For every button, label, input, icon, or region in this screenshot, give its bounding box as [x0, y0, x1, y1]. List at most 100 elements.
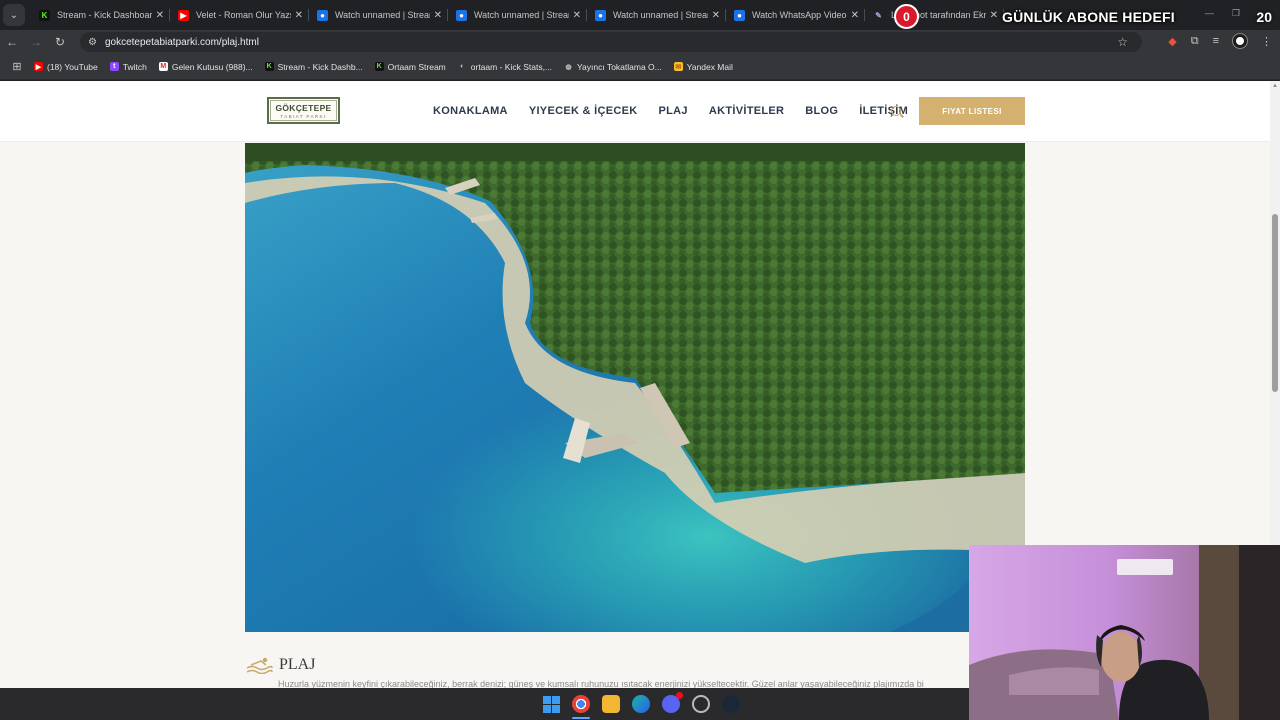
bookmark-item[interactable]: ▶ (18) YouTube — [34, 62, 98, 72]
bookmark-label: ortaam - Kick Stats,... — [470, 61, 553, 72]
steam-icon[interactable] — [722, 695, 740, 713]
nav-plaj[interactable]: PLAJ — [659, 105, 688, 117]
tab-title: Watch unnamed | Stream — [613, 10, 708, 20]
tab-title: Watch unnamed | Stream — [335, 10, 430, 20]
bookmark-label: Stream - Kick Dashb... — [277, 61, 363, 72]
browser-tab[interactable]: ● Watch unnamed | Stream ✕ — [587, 2, 726, 28]
stream-globe-icon: ● — [317, 9, 328, 21]
bookmark-item[interactable]: ✉ Yandex Mail — [673, 61, 733, 72]
reload-icon[interactable]: ↻ — [48, 35, 72, 49]
forward-arrow-icon[interactable]: → — [24, 35, 48, 49]
youtube-icon: ▶ — [178, 9, 189, 21]
webcam-feed — [969, 545, 1280, 720]
browser-tab[interactable]: K Stream - Kick Dashboard ✕ — [31, 2, 170, 28]
mail-icon: ✉ — [673, 62, 683, 71]
close-tab-icon[interactable]: ✕ — [851, 10, 859, 21]
browser-tab[interactable]: ▶ Velet - Roman Olur Yazsa ✕ — [170, 2, 309, 28]
taskbar-apps — [543, 692, 740, 719]
tab-title: Watch unnamed | Stream — [474, 10, 569, 20]
close-tab-icon[interactable]: ✕ — [712, 10, 720, 21]
plaj-section-heading: PLAJ — [245, 656, 315, 674]
nav-blog[interactable]: BLOG — [805, 105, 838, 117]
kick-icon: K — [39, 9, 50, 21]
sub-count-badge: 0 — [894, 4, 919, 29]
close-tab-icon[interactable]: ✕ — [295, 10, 303, 21]
settings-gear-icon[interactable] — [692, 695, 710, 713]
chrome-icon[interactable] — [572, 695, 590, 719]
back-arrow-icon[interactable]: ← — [0, 35, 24, 49]
site-header: GÖKÇETEPE TABIAT PARKI KONAKLAMA YIYECEK… — [0, 81, 1270, 142]
browser-toolbar: ← → ↻ ⚙ gokcetepetabiatparki.com/plaj.ht… — [0, 30, 1280, 54]
bookmark-label: Yandex Mail — [686, 61, 733, 72]
bookmark-item[interactable]: K Stream - Kick Dashb... — [264, 61, 363, 72]
stream-goal-overlay: 0 GÜNLÜK ABONE HEDEFI 20 — [894, 4, 1280, 30]
goal-target: 20 — [1256, 9, 1272, 25]
stream-globe-icon: ● — [595, 9, 606, 21]
extension-icon[interactable]: ◆ — [1168, 35, 1176, 48]
menu-kebab-icon[interactable]: ⋮ — [1261, 35, 1272, 48]
edge-icon[interactable] — [632, 695, 650, 713]
active-app-indicator — [572, 717, 590, 719]
main-nav: KONAKLAMA YIYECEK & İÇECEK PLAJ AKTİVİTE… — [433, 105, 908, 117]
youtube-icon: ▶ — [34, 62, 43, 71]
logo-subtitle: TABIAT PARKI — [280, 114, 327, 119]
twitch-icon: t — [109, 62, 119, 71]
section-description: Huzurla yüzmenin keyfini çıkarabileceğin… — [278, 679, 924, 688]
tab-title: Velet - Roman Olur Yazsa — [196, 10, 291, 20]
stream-globe-icon: ● — [456, 9, 467, 21]
close-tab-icon[interactable]: ✕ — [573, 10, 581, 21]
address-bar[interactable]: ⚙ gokcetepetabiatparki.com/plaj.html ☆ — [80, 32, 1142, 52]
kick-icon: K — [374, 62, 384, 71]
bookmark-item[interactable]: ◐ ortaam - Kick Stats,... — [458, 62, 552, 72]
browser-tab[interactable]: ● Watch unnamed | Stream ✕ — [448, 2, 587, 28]
bookmark-label: Gelen Kutusu (988)... — [171, 61, 253, 72]
bookmark-item[interactable]: M Gelen Kutusu (988)... — [158, 61, 253, 72]
apps-grid-icon[interactable]: ⊞ — [0, 60, 34, 73]
globe-icon: ◐ — [460, 63, 465, 70]
tab-list: K Stream - Kick Dashboard ✕ ▶ Velet - Ro… — [31, 0, 1004, 30]
bookmark-label: Twitch — [122, 61, 147, 72]
logo-title: GÖKÇETEPE — [275, 103, 332, 113]
tab-title: Stream - Kick Dashboard — [57, 10, 152, 20]
kick-icon: K — [264, 62, 274, 71]
tab-title: Watch WhatsApp Video — [752, 10, 847, 20]
search-icon[interactable] — [891, 106, 901, 116]
bookmarks-bar: ⊞ ▶ (18) YouTube t Twitch M Gelen Kutusu (9… — [0, 54, 1280, 80]
toolbar-actions: ◆ ⧉ ≡ ⋮ — [1168, 33, 1272, 49]
nav-yiyecek-icecek[interactable]: YIYECEK & İÇECEK — [529, 105, 638, 117]
stream-globe-icon: ● — [734, 9, 745, 21]
webcam-overlay — [969, 545, 1280, 720]
nav-konaklama[interactable]: KONAKLAMA — [433, 105, 508, 117]
browser-tab[interactable]: ● Watch WhatsApp Video ✕ — [726, 2, 865, 28]
file-explorer-icon[interactable] — [602, 695, 620, 713]
bookmark-item[interactable]: ◍ Yayıncı Tokatlama O... — [564, 61, 662, 72]
close-tab-icon[interactable]: ✕ — [156, 10, 164, 21]
goal-title: GÜNLÜK ABONE HEDEFI — [1002, 9, 1175, 25]
browser-tab[interactable]: ● Watch unnamed | Stream ✕ — [309, 2, 448, 28]
bookmark-label: Yayıncı Tokatlama O... — [577, 61, 662, 72]
pen-icon: ✎ — [875, 10, 882, 20]
bookmark-item[interactable]: K Ortaam Stream — [374, 61, 446, 72]
site-logo[interactable]: GÖKÇETEPE TABIAT PARKI — [267, 97, 340, 124]
section-title: PLAJ — [279, 656, 316, 673]
discord-icon[interactable] — [662, 692, 683, 713]
globe-icon: ◍ — [565, 63, 572, 71]
extensions-puzzle-icon[interactable]: ⧉ — [1191, 35, 1199, 48]
bookmark-label: Ortaam Stream — [387, 61, 446, 72]
close-tab-icon[interactable]: ✕ — [434, 10, 442, 21]
beach-aerial-photo — [245, 143, 1025, 632]
profile-avatar[interactable] — [1232, 33, 1248, 49]
bookmark-item[interactable]: t Twitch — [109, 61, 147, 72]
scrollbar-thumb[interactable] — [1272, 214, 1278, 392]
bookmark-star-icon[interactable]: ☆ — [1117, 35, 1128, 49]
media-queue-icon[interactable]: ≡ — [1213, 35, 1219, 47]
start-windows-icon[interactable] — [543, 695, 560, 713]
notification-dot — [676, 692, 683, 699]
swimmer-icon — [246, 657, 273, 674]
nav-aktiviteler[interactable]: AKTİVİTELER — [709, 105, 784, 117]
scroll-up-icon[interactable]: ▲ — [1272, 83, 1278, 89]
tab-search-chevron-icon[interactable]: ⌄ — [3, 4, 25, 26]
price-list-button[interactable]: FIYAT LISTESI — [919, 97, 1025, 125]
url-text[interactable]: gokcetepetabiatparki.com/plaj.html — [105, 37, 259, 48]
site-info-icon[interactable]: ⚙ — [88, 37, 97, 48]
